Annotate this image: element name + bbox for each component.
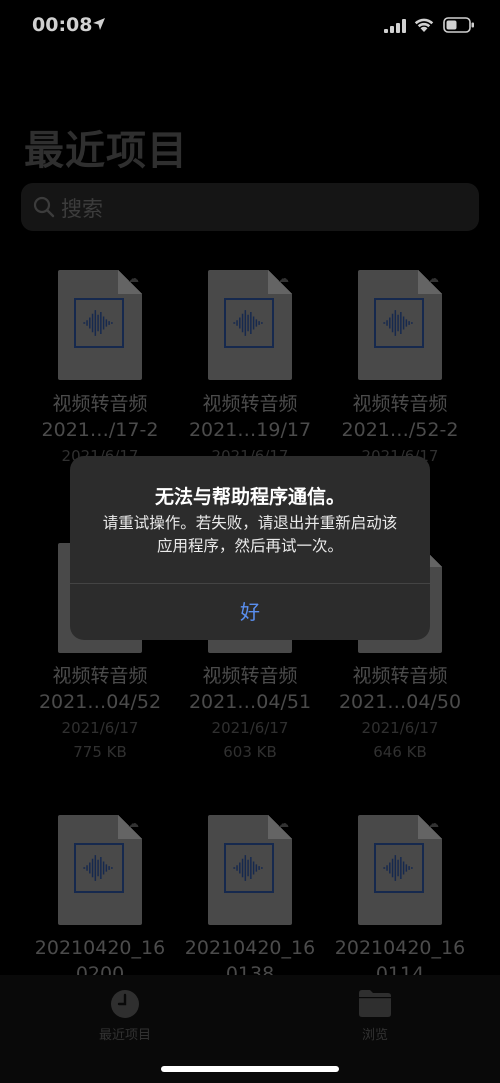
alert-message: 请重试操作。若失败，请退出并重新启动该应用程序，然后再试一次。 [102,514,398,555]
alert-title: 无法与帮助程序通信。 [154,486,345,508]
ok-button[interactable]: 好 [70,584,430,640]
home-indicator[interactable] [161,1066,339,1072]
